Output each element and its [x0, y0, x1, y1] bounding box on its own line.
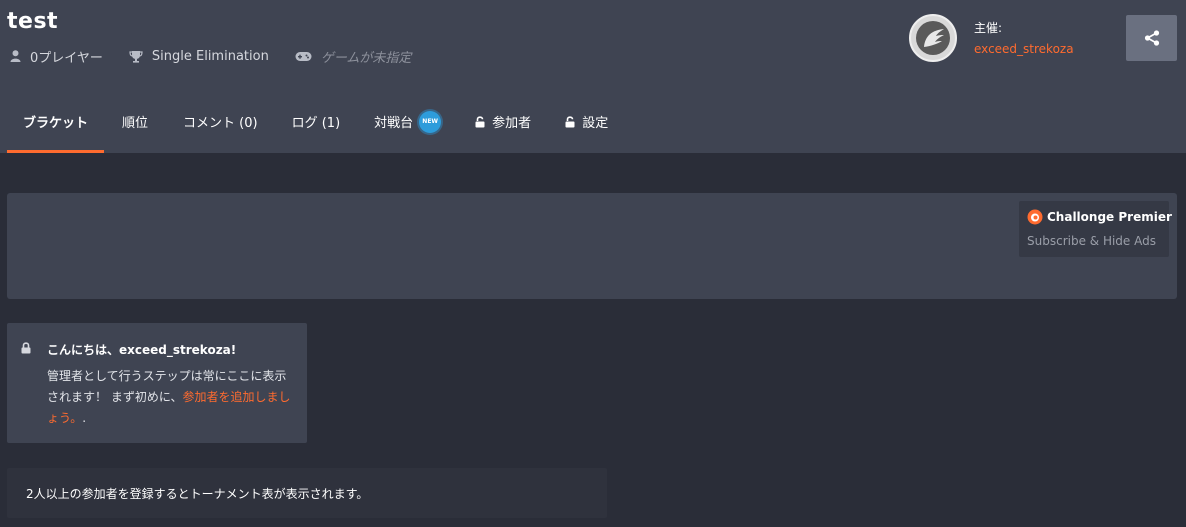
lock-icon: [21, 342, 31, 354]
challonge-logo-icon: [1027, 209, 1043, 225]
tournament-game-text: ゲームが未指定: [320, 50, 412, 66]
share-button[interactable]: [1126, 15, 1177, 61]
bracket-notice: 2人以上の参加者を登録するとトーナメント表が表示されます。: [7, 468, 607, 518]
user-icon: [10, 50, 21, 62]
tab-stations[interactable]: 対戦台 NEW: [357, 90, 458, 153]
tab-label: コメント (0): [183, 116, 258, 131]
ad-panel: [7, 193, 1177, 299]
trophy-icon: [129, 50, 143, 63]
player-count-text: 0プレイヤー: [30, 50, 103, 66]
tab-settings[interactable]: 設定: [548, 90, 625, 153]
tab-label: ブラケット: [23, 116, 89, 131]
tab-label: 参加者: [492, 116, 532, 131]
gamepad-icon: [295, 51, 312, 61]
tournament-format: Single Elimination: [129, 49, 269, 64]
unlock-icon: [475, 115, 485, 127]
wing-logo-icon: [916, 21, 950, 55]
tab-standings[interactable]: 順位: [104, 90, 166, 153]
tab-label: ログ (1): [291, 116, 341, 131]
tab-comments[interactable]: コメント (0): [166, 90, 275, 153]
tournament-title: test: [7, 9, 59, 34]
host-name-link[interactable]: exceed_strekoza: [974, 42, 1074, 56]
tab-label: 対戦台: [374, 116, 414, 131]
unlock-icon: [565, 115, 575, 127]
host-label: 主催:: [974, 21, 1003, 35]
tab-bracket[interactable]: ブラケット: [7, 90, 105, 153]
tournament-meta: 0プレイヤー Single Elimination ゲームが未指定: [10, 46, 437, 66]
tournament-header: test 0プレイヤー Single Elimination ゲームが未指定 主…: [0, 0, 1186, 153]
player-count: 0プレイヤー: [10, 47, 103, 66]
admin-welcome-card: こんにちは、exceed_strekoza! 管理者として行うステップは常にここ…: [7, 323, 307, 443]
tab-label: 設定: [582, 116, 609, 131]
premier-title: Challonge Premier: [1047, 210, 1172, 224]
welcome-text-end: .: [82, 411, 87, 425]
welcome-title: こんにちは、exceed_strekoza!: [47, 343, 237, 357]
tab-participants[interactable]: 参加者: [458, 90, 548, 153]
premier-promo[interactable]: Challonge Premier Subscribe & Hide Ads: [1019, 201, 1172, 257]
share-icon: [1144, 30, 1159, 46]
avatar[interactable]: [909, 14, 957, 62]
tab-log[interactable]: ログ (1): [275, 90, 358, 153]
bracket-notice-text: 2人以上の参加者を登録するとトーナメント表が表示されます。: [26, 487, 369, 501]
tournament-tabs: ブラケット 順位 コメント (0) ログ (1) 対戦台 NEW 参加者 設定: [7, 90, 625, 153]
welcome-body: 管理者として行うステップは常にここに表示されます！ まず初めに、参加者を追加しま…: [47, 366, 297, 429]
premier-subtitle: Subscribe & Hide Ads: [1027, 234, 1156, 248]
tournament-game: ゲームが未指定: [295, 47, 412, 66]
tab-label: 順位: [122, 116, 149, 131]
new-badge: NEW: [419, 110, 442, 133]
tournament-format-text: Single Elimination: [151, 48, 269, 64]
